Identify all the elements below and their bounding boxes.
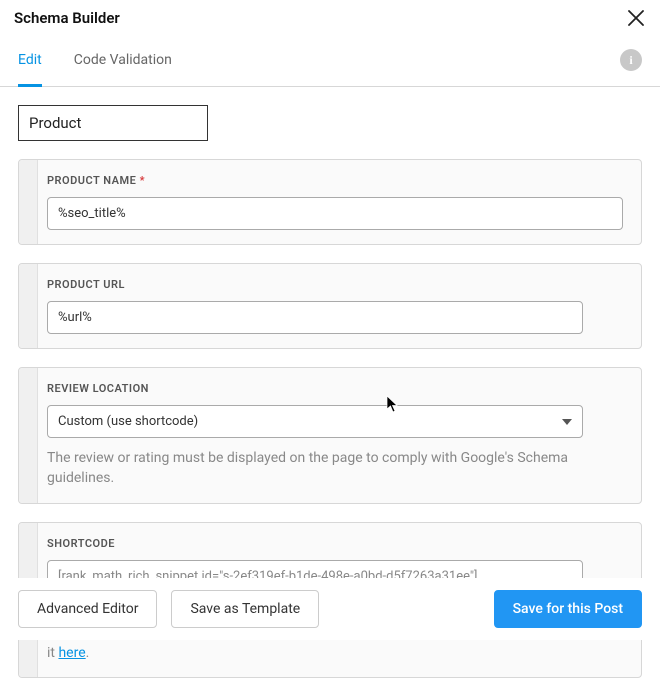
shortcode-help-link[interactable]: here [58, 645, 85, 661]
footer: Advanced Editor Save as Template Save fo… [0, 578, 660, 640]
close-icon[interactable] [626, 8, 646, 28]
save-template-button[interactable]: Save as Template [171, 590, 319, 628]
required-mark: * [140, 174, 145, 187]
product-url-label: PRODUCT URL [47, 278, 623, 291]
modal-header: Schema Builder [0, 0, 660, 34]
shortcode-label: SHORTCODE [47, 537, 623, 550]
tab-bar: Edit Code Validation i [0, 34, 660, 87]
review-location-label: REVIEW LOCATION [47, 382, 623, 395]
product-name-input[interactable] [47, 197, 623, 230]
field-product-name: PRODUCT NAME * [18, 159, 642, 245]
advanced-editor-button[interactable]: Advanced Editor [18, 590, 157, 628]
field-review-location: REVIEW LOCATION Custom (use shortcode) T… [18, 367, 642, 504]
review-location-help: The review or rating must be displayed o… [47, 448, 583, 489]
info-icon[interactable]: i [620, 49, 642, 71]
review-location-select[interactable]: Custom (use shortcode) [47, 405, 583, 438]
product-name-label: PRODUCT NAME * [47, 174, 623, 187]
tab-code-validation[interactable]: Code Validation [74, 34, 172, 86]
schema-type-input[interactable] [18, 105, 208, 141]
product-url-input[interactable] [47, 301, 583, 334]
modal-title: Schema Builder [14, 9, 120, 27]
tab-edit[interactable]: Edit [18, 34, 42, 86]
save-post-button[interactable]: Save for this Post [494, 590, 642, 628]
label-text: PRODUCT NAME [47, 174, 136, 187]
field-product-url: PRODUCT URL [18, 263, 642, 349]
help-text-after: . [86, 645, 90, 661]
